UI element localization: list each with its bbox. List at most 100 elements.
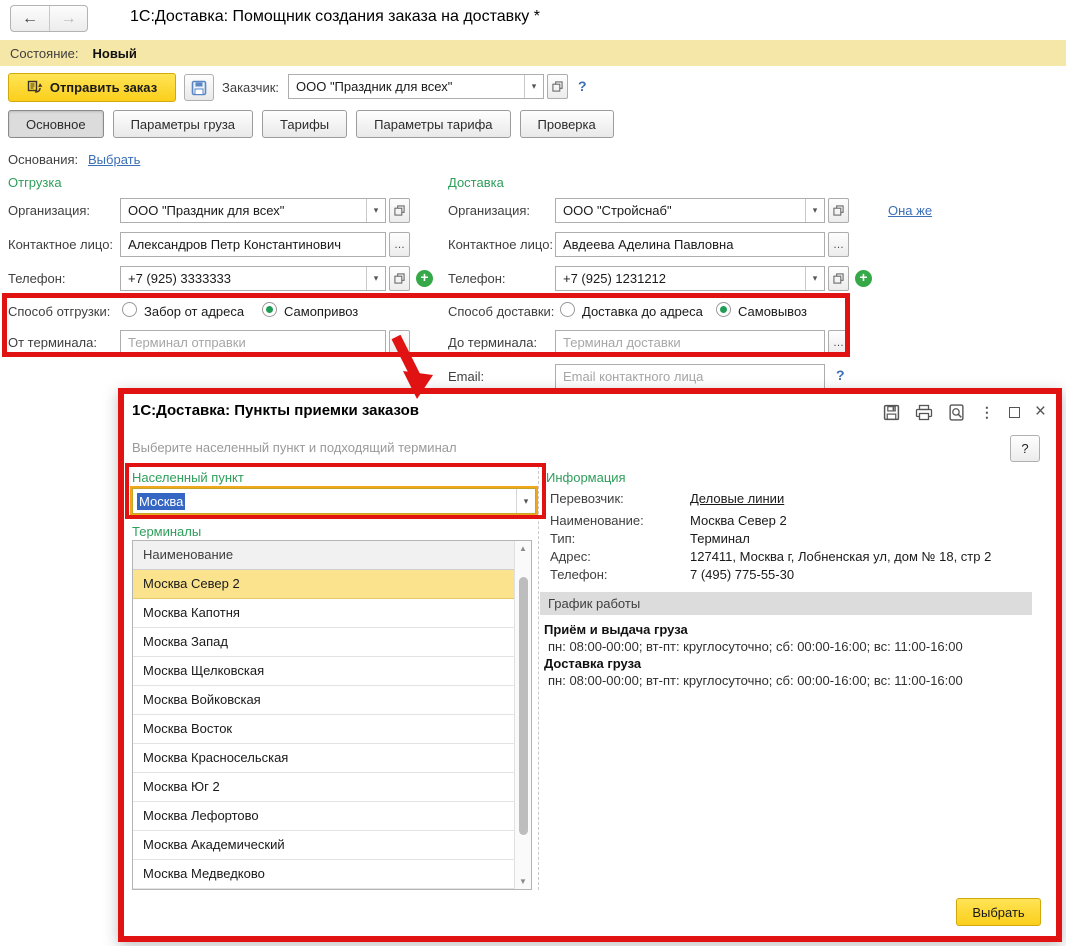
shipment-phone-combo[interactable]: +7 (925) 3333333 ▾ xyxy=(120,266,386,291)
city-dropdown-icon[interactable]: ▾ xyxy=(516,489,535,513)
preview-icon[interactable] xyxy=(948,403,965,421)
print-icon[interactable] xyxy=(915,404,933,421)
carrier-link[interactable]: Деловые линии xyxy=(690,491,784,506)
required-underline xyxy=(559,352,821,353)
delivery-contact-field[interactable]: Авдеева Аделина Павловна xyxy=(555,232,825,257)
terminal-row[interactable]: Москва Медведково xyxy=(133,860,531,889)
delivery-method-option1[interactable]: Доставка до адреса xyxy=(582,304,703,319)
customer-open-button[interactable] xyxy=(547,74,568,99)
type-value: Терминал xyxy=(690,531,750,546)
shipment-phone-dropdown-icon[interactable]: ▾ xyxy=(366,267,385,290)
terminals-scrollbar[interactable]: ▲ ▼ xyxy=(514,541,531,889)
select-button[interactable]: Выбрать xyxy=(956,898,1041,926)
email-field[interactable]: Email контактного лица xyxy=(555,364,825,389)
save-icon[interactable] xyxy=(883,404,900,421)
shipment-terminal-field[interactable]: Терминал отправки xyxy=(120,330,386,355)
email-label: Email: xyxy=(448,369,485,384)
city-combo[interactable]: Москва ▾ xyxy=(132,488,536,514)
save-button[interactable] xyxy=(184,74,214,101)
scroll-down-icon[interactable]: ▼ xyxy=(515,877,531,886)
send-order-button[interactable]: Отправить заказ xyxy=(8,73,176,102)
terminal-row[interactable]: Москва Красносельская xyxy=(133,744,531,773)
delivery-method-label: Способ доставки: xyxy=(448,304,555,319)
send-order-label: Отправить заказ xyxy=(49,80,158,95)
city-label: Населенный пункт xyxy=(132,470,244,485)
shipment-method-option2[interactable]: Самопривоз xyxy=(284,304,358,319)
customer-help-link[interactable]: ? xyxy=(578,78,587,94)
shipment-method-radio-pickup[interactable] xyxy=(122,302,137,317)
bases-label: Основания: xyxy=(8,152,79,167)
same-org-link[interactable]: Она же xyxy=(888,203,932,218)
shipment-phone-open-button[interactable] xyxy=(389,266,410,291)
delivery-method-option2[interactable]: Самовывоз xyxy=(738,304,807,319)
maximize-icon[interactable] xyxy=(1008,406,1020,418)
open-form-icon xyxy=(552,81,563,92)
tabs: Основное Параметры груза Тарифы Параметр… xyxy=(8,110,614,138)
shipment-phone-value: +7 (925) 3333333 xyxy=(128,271,232,286)
shipment-org-combo[interactable]: ООО "Праздник для всех" ▾ xyxy=(120,198,386,223)
customer-combo[interactable]: ООО "Праздник для всех" ▾ xyxy=(288,74,544,99)
terminal-row-selected[interactable]: Москва Север 2 xyxy=(133,570,531,599)
tab-tarify[interactable]: Тарифы xyxy=(262,110,348,138)
delivery-org-dropdown-icon[interactable]: ▾ xyxy=(805,199,824,222)
terminals-column-header[interactable]: Наименование xyxy=(133,541,531,570)
status-bar: Состояние: Новый xyxy=(0,40,1066,66)
delivery-terminal-ellipsis-button[interactable]: … xyxy=(828,330,849,355)
back-arrow-icon: ← xyxy=(22,9,38,27)
schedule-section1-hours: пн: 08:00-00:00; вт-пт: круглосуточно; с… xyxy=(548,639,963,654)
delivery-add-phone-icon[interactable]: + xyxy=(855,270,872,287)
highlight-arrow-icon xyxy=(383,335,445,401)
shipment-contact-label: Контактное лицо: xyxy=(8,237,114,252)
terminal-row[interactable]: Москва Лефортово xyxy=(133,802,531,831)
terminal-row[interactable]: Москва Войковская xyxy=(133,686,531,715)
delivery-phone-dropdown-icon[interactable]: ▾ xyxy=(805,267,824,290)
shipment-org-value: ООО "Праздник для всех" xyxy=(128,203,285,218)
tab-proverka[interactable]: Проверка xyxy=(519,110,614,138)
shipment-contact-value: Александров Петр Константинович xyxy=(128,237,341,252)
delivery-contact-ellipsis-button[interactable]: … xyxy=(828,232,849,257)
delivery-method-radio-self[interactable] xyxy=(716,302,731,317)
terminal-row[interactable]: Москва Щелковская xyxy=(133,657,531,686)
address-value: 127411, Москва г, Лобненская ул, дом № 1… xyxy=(690,549,992,564)
schedule-header: График работы xyxy=(540,592,1032,615)
email-placeholder: Email контактного лица xyxy=(563,369,704,384)
delivery-method-radio-address[interactable] xyxy=(560,302,575,317)
back-button[interactable]: ← xyxy=(11,6,49,31)
tab-parametry-tarifa[interactable]: Параметры тарифа xyxy=(356,110,511,138)
shipment-method-radio-self[interactable] xyxy=(262,302,277,317)
shipment-org-dropdown-icon[interactable]: ▾ xyxy=(366,199,385,222)
terminal-row[interactable]: Москва Запад xyxy=(133,628,531,657)
delivery-phone-label: Телефон: xyxy=(448,271,506,286)
delivery-terminal-field[interactable]: Терминал доставки xyxy=(555,330,825,355)
shipment-contact-field[interactable]: Александров Петр Константинович xyxy=(120,232,386,257)
delivery-phone-open-button[interactable] xyxy=(828,266,849,291)
phone-value: 7 (495) 775-55-30 xyxy=(690,567,795,582)
panel-splitter[interactable] xyxy=(538,466,539,890)
delivery-org-open-button[interactable] xyxy=(828,198,849,223)
tab-parametry-gruza[interactable]: Параметры груза xyxy=(112,110,254,138)
delivery-terminal-label: До терминала: xyxy=(448,335,538,350)
terminal-row[interactable]: Москва Капотня xyxy=(133,599,531,628)
dialog-help-button[interactable]: ? xyxy=(1010,435,1040,462)
close-icon[interactable]: × xyxy=(1035,402,1046,421)
terminal-row[interactable]: Москва Академический xyxy=(133,831,531,860)
terminals-label: Терминалы xyxy=(132,524,202,539)
customer-dropdown-icon[interactable]: ▾ xyxy=(524,75,543,98)
delivery-org-combo[interactable]: ООО "Стройснаб" ▾ xyxy=(555,198,825,223)
terminal-row[interactable]: Москва Восток xyxy=(133,715,531,744)
shipment-header: Отгрузка xyxy=(8,175,62,190)
scroll-up-icon[interactable]: ▲ xyxy=(515,544,531,553)
more-menu-icon[interactable]: ⋮ xyxy=(980,404,994,421)
delivery-phone-combo[interactable]: +7 (925) 1231212 ▾ xyxy=(555,266,825,291)
shipment-contact-ellipsis-button[interactable]: … xyxy=(389,232,410,257)
scroll-thumb[interactable] xyxy=(519,577,528,835)
shipment-method-option1[interactable]: Забор от адреса xyxy=(144,304,244,319)
address-label: Адрес: xyxy=(550,549,591,564)
shipment-org-open-button[interactable] xyxy=(389,198,410,223)
shipment-add-phone-icon[interactable]: + xyxy=(416,270,433,287)
email-help-link[interactable]: ? xyxy=(836,367,845,383)
terminal-row[interactable]: Москва Юг 2 xyxy=(133,773,531,802)
forward-button[interactable]: → xyxy=(49,6,87,31)
tab-osnovnoe[interactable]: Основное xyxy=(8,110,104,138)
bases-select-link[interactable]: Выбрать xyxy=(88,152,140,167)
